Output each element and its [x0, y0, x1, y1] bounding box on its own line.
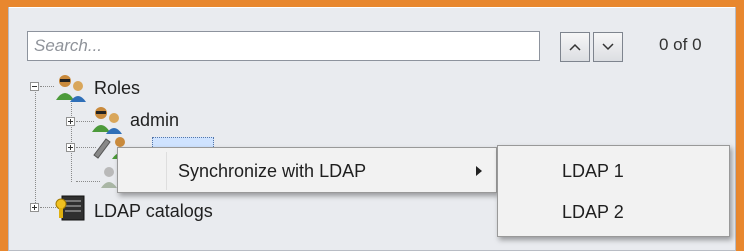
roles-node-label[interactable]: Roles: [94, 78, 140, 99]
menu-icon-separator: [166, 152, 167, 190]
ldap-catalogs-expand-toggle[interactable]: [30, 203, 39, 212]
admin-role-icon: [92, 107, 122, 134]
next-match-button[interactable]: [593, 32, 623, 62]
chevron-up-icon: [569, 43, 581, 51]
match-counter: 0 of 0: [659, 35, 702, 54]
panel-top-highlight: [9, 7, 735, 8]
role-expand-toggle[interactable]: [66, 143, 75, 152]
roles-collapse-toggle[interactable]: [30, 82, 39, 91]
ldap-submenu: LDAP 1 LDAP 2: [497, 145, 730, 237]
context-menu: Synchronize with LDAP: [117, 147, 497, 193]
previous-match-button[interactable]: [560, 32, 590, 62]
tree-line: [71, 98, 72, 182]
search-field[interactable]: [27, 31, 540, 61]
tree-line: [35, 90, 36, 207]
tree-line: [40, 86, 54, 87]
ldap-catalogs-node-label[interactable]: LDAP catalogs: [94, 201, 213, 222]
search-input[interactable]: [28, 32, 539, 60]
ldap-2-menu-item[interactable]: LDAP 2: [562, 202, 624, 223]
chevron-down-icon: [602, 43, 614, 51]
user-icon: [101, 167, 117, 188]
roles-users-icon: [56, 75, 86, 102]
ldap-server-icon: [55, 195, 85, 221]
tree-line: [76, 181, 100, 182]
ldap-1-menu-item[interactable]: LDAP 1: [562, 161, 624, 182]
synchronize-ldap-menu-item[interactable]: Synchronize with LDAP: [178, 161, 366, 182]
admin-expand-toggle[interactable]: [66, 117, 75, 126]
submenu-arrow-icon: [476, 166, 482, 176]
admin-node-label[interactable]: admin: [130, 110, 179, 131]
